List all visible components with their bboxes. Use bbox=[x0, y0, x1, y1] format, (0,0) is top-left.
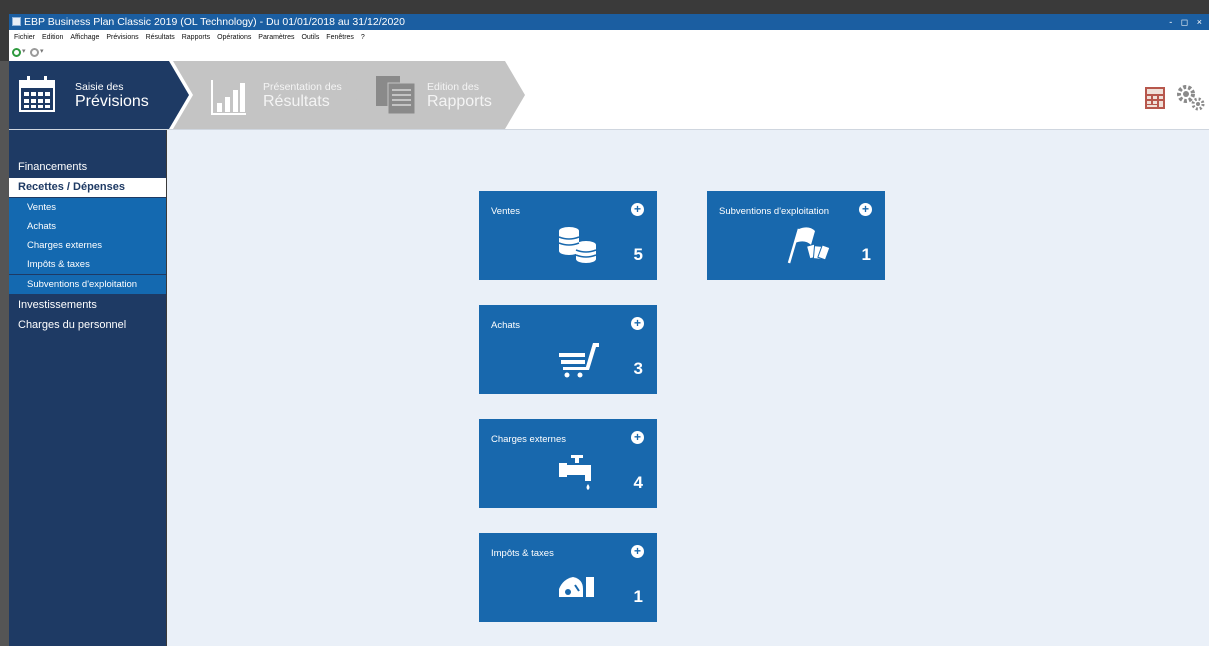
tile-label: Charges externes bbox=[491, 434, 566, 445]
sidebar-item-subventions[interactable]: Subventions d'exploitation bbox=[9, 275, 166, 294]
step-previsions-label: Saisie des Prévisions bbox=[75, 81, 149, 110]
cart-icon bbox=[559, 343, 599, 378]
step-big-label: Rapports bbox=[427, 93, 492, 110]
menu-parametres[interactable]: Paramètres bbox=[258, 34, 294, 41]
step-rapports-label: Edition des Rapports bbox=[427, 81, 492, 110]
window-edge bbox=[0, 61, 9, 646]
menu-resultats[interactable]: Résultats bbox=[146, 34, 175, 41]
tile-subventions[interactable]: Subventions d'exploitation + 1 bbox=[707, 191, 885, 280]
tile-ventes[interactable]: Ventes + 5 bbox=[479, 191, 657, 280]
title-bar: EBP Business Plan Classic 2019 (OL Techn… bbox=[9, 14, 1209, 30]
app-icon bbox=[12, 17, 21, 26]
chevron-down-icon[interactable]: ▾ bbox=[22, 47, 26, 55]
menu-affichage[interactable]: Affichage bbox=[70, 34, 99, 41]
faucet-icon bbox=[559, 455, 591, 490]
step-small-label: Edition des bbox=[427, 81, 479, 93]
tile-label: Subventions d'exploitation bbox=[719, 206, 830, 217]
menu-help[interactable]: ? bbox=[361, 34, 365, 41]
add-icon[interactable]: + bbox=[859, 203, 872, 216]
window-title: EBP Business Plan Classic 2019 (OL Techn… bbox=[24, 16, 405, 28]
add-icon[interactable]: + bbox=[631, 203, 644, 216]
sidebar-item-recettes-depenses[interactable]: Recettes / Dépenses bbox=[9, 178, 166, 197]
calendar-icon bbox=[19, 76, 55, 112]
menu-bar: Fichier Edition Affichage Prévisions Rés… bbox=[9, 30, 1209, 45]
flag-money-icon bbox=[787, 227, 831, 264]
sidebar-item-charges-externes[interactable]: Charges externes bbox=[9, 236, 166, 255]
step-big-label: Prévisions bbox=[75, 93, 149, 110]
step-big-label: Résultats bbox=[263, 93, 330, 110]
content-area: Ventes + 5 Subventions d'exploitation + … bbox=[167, 130, 1209, 646]
documents-icon bbox=[376, 76, 416, 115]
menu-fenetres[interactable]: Fenêtres bbox=[326, 34, 354, 41]
tile-impots-taxes[interactable]: Impôts & taxes + 1 bbox=[479, 533, 657, 622]
menu-operations[interactable]: Opérations bbox=[217, 34, 251, 41]
add-icon[interactable]: + bbox=[631, 317, 644, 330]
tile-label: Ventes bbox=[491, 206, 521, 217]
refresh-icon[interactable] bbox=[30, 48, 39, 57]
sidebar-item-achats[interactable]: Achats bbox=[9, 217, 166, 236]
workflow-ribbon: Saisie des Prévisions Présentation des R… bbox=[9, 61, 1209, 130]
tile-count: 1 bbox=[633, 587, 643, 606]
menu-outils[interactable]: Outils bbox=[301, 34, 319, 41]
tile-count: 3 bbox=[633, 359, 643, 378]
tile-charges-externes[interactable]: Charges externes + 4 bbox=[479, 419, 657, 508]
add-icon[interactable] bbox=[12, 48, 21, 57]
sidebar: Financements Recettes / Dépenses Ventes … bbox=[9, 130, 166, 646]
tile-achats[interactable]: Achats + 3 bbox=[479, 305, 657, 394]
sidebar-item-charges-personnel[interactable]: Charges du personnel bbox=[9, 319, 166, 331]
calculator-icon[interactable] bbox=[1145, 87, 1165, 109]
tile-count: 4 bbox=[633, 473, 643, 492]
bar-chart-icon bbox=[211, 80, 246, 115]
add-icon[interactable]: + bbox=[631, 431, 644, 444]
sidebar-item-ventes[interactable]: Ventes bbox=[9, 198, 166, 217]
sidebar-item-financements[interactable]: Financements bbox=[9, 161, 166, 173]
menu-previsions[interactable]: Prévisions bbox=[106, 34, 138, 41]
tile-label: Achats bbox=[491, 320, 521, 331]
tile-count: 1 bbox=[861, 245, 871, 264]
add-icon[interactable]: + bbox=[631, 545, 644, 558]
tile-count: 5 bbox=[633, 245, 643, 264]
coins-icon bbox=[558, 227, 597, 263]
sidebar-item-investissements[interactable]: Investissements bbox=[9, 299, 166, 311]
sidebar-item-impots-taxes[interactable]: Impôts & taxes bbox=[9, 255, 166, 274]
window-controls[interactable]: - ◻ × bbox=[1169, 14, 1205, 30]
toolbar: ▾ ▾ bbox=[9, 45, 1209, 62]
step-small-label: Saisie des bbox=[75, 81, 124, 93]
menu-edition[interactable]: Edition bbox=[42, 34, 63, 41]
step-resultats-label: Présentation des Résultats bbox=[263, 81, 342, 110]
menu-rapports[interactable]: Rapports bbox=[182, 34, 210, 41]
chevron-down-icon[interactable]: ▾ bbox=[40, 47, 44, 55]
step-small-label: Présentation des bbox=[263, 81, 342, 93]
gear-icon[interactable] bbox=[1175, 83, 1205, 111]
tile-label: Impôts & taxes bbox=[491, 548, 554, 559]
tax-icon bbox=[559, 577, 594, 597]
menu-fichier[interactable]: Fichier bbox=[14, 34, 35, 41]
